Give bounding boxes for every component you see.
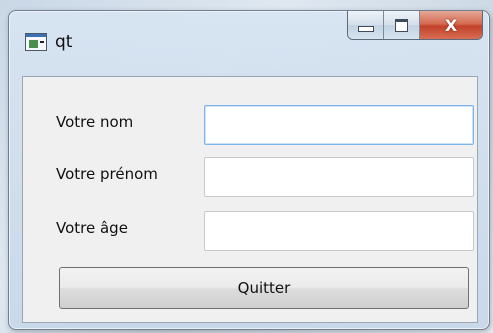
close-icon: X	[444, 15, 458, 35]
nom-input[interactable]	[204, 105, 474, 145]
app-icon[interactable]	[25, 33, 47, 51]
age-input[interactable]	[204, 211, 474, 251]
window-controls: X	[347, 11, 483, 40]
maximize-button[interactable]	[384, 11, 420, 39]
title-bar[interactable]: qt X	[9, 11, 489, 71]
quit-button[interactable]: Quitter	[59, 267, 469, 309]
window-title: qt	[55, 32, 73, 52]
maximize-icon	[395, 18, 408, 32]
app-window: qt X Votre nom Votre prénom Votre âge Qu…	[8, 10, 490, 330]
close-button[interactable]: X	[420, 11, 482, 39]
label-prenom: Votre prénom	[56, 165, 158, 183]
form-panel: Votre nom Votre prénom Votre âge Quitter	[22, 76, 478, 323]
label-nom: Votre nom	[56, 113, 134, 131]
minimize-button[interactable]	[348, 11, 384, 39]
prenom-input[interactable]	[204, 157, 474, 197]
label-age: Votre âge	[56, 219, 128, 237]
minimize-icon	[357, 26, 374, 32]
